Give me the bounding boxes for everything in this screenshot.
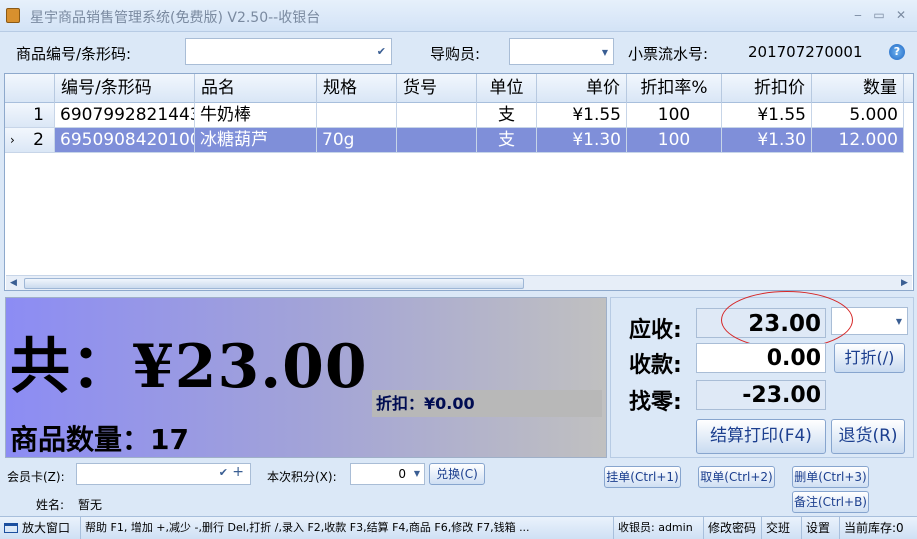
delete-order-button[interactable]: 删单(Ctrl+3): [792, 466, 869, 488]
exchange-button[interactable]: 兑换(C): [429, 463, 485, 485]
member-card-label: 会员卡(Z):: [7, 470, 65, 484]
cell-code[interactable]: 6950908420100: [55, 128, 195, 153]
barcode-label: 商品编号/条形码:: [16, 45, 132, 63]
add-icon[interactable]: +: [232, 464, 244, 480]
scroll-left-icon[interactable]: ◀: [6, 276, 21, 291]
return-button[interactable]: 退货(R): [831, 419, 905, 454]
cell-price[interactable]: ¥1.55: [537, 103, 627, 128]
discount-amount: 折扣：¥0.00: [372, 390, 602, 417]
cell-item-no[interactable]: [397, 103, 477, 128]
points-label: 本次积分(X):: [267, 470, 337, 484]
hold-order-button[interactable]: 挂单(Ctrl+1): [604, 466, 681, 488]
header-corner: [5, 74, 55, 103]
cell-qty[interactable]: 5.000: [812, 103, 904, 128]
dropdown-arrow-icon[interactable]: ▼: [602, 48, 608, 57]
row-number: › 2: [5, 128, 55, 153]
guide-select[interactable]: ▼: [509, 38, 614, 65]
app-icon: [6, 8, 20, 23]
note-button[interactable]: 备注(Ctrl+B): [792, 491, 869, 513]
help-hint: 帮助 F1, 增加 +,减少 -,删行 Del,打折 /,录入 F2,收款 F3…: [81, 517, 614, 539]
member-area: 会员卡(Z): ✔ + 本次积分(X): 0 ▼ 兑换(C) 姓名: 暂无 挂单…: [0, 460, 917, 516]
fetch-order-button[interactable]: 取单(Ctrl+2): [698, 466, 775, 488]
change-amount: -23.00: [696, 380, 826, 410]
dropdown-arrow-icon[interactable]: ▼: [414, 469, 420, 478]
paid-input[interactable]: 0.00: [696, 343, 826, 373]
cell-rate[interactable]: 100: [627, 103, 722, 128]
scroll-right-icon[interactable]: ▶: [897, 276, 912, 291]
dropdown-arrow-icon[interactable]: ▼: [896, 317, 902, 326]
table-row-selected[interactable]: › 2 6950908420100 冰糖葫芦 70g 支 ¥1.30 100 ¥1…: [5, 128, 913, 153]
title-bar: 星宇商品销售管理系统(免费版) V2.50--收银台 ‒ ▭ ✕: [0, 0, 917, 32]
points-input[interactable]: 0 ▼: [350, 463, 425, 485]
row-number: 1: [5, 103, 55, 128]
window-title: 星宇商品销售管理系统(免费版) V2.50--收银台: [30, 10, 321, 26]
cell-name[interactable]: 牛奶棒: [195, 103, 317, 128]
col-header-item-no[interactable]: 货号: [397, 74, 477, 103]
member-card-input[interactable]: ✔ +: [76, 463, 251, 485]
cell-spec[interactable]: 70g: [317, 128, 397, 153]
cell-price[interactable]: ¥1.30: [537, 128, 627, 153]
change-label: 找零:: [629, 390, 682, 415]
col-header-price[interactable]: 单价: [537, 74, 627, 103]
change-password-link[interactable]: 修改密码: [704, 517, 762, 539]
receipt-label: 小票流水号:: [628, 45, 709, 63]
discount-button[interactable]: 打折(/): [834, 343, 905, 373]
horizontal-scrollbar[interactable]: ◀ ▶: [6, 275, 912, 290]
col-header-spec[interactable]: 规格: [317, 74, 397, 103]
status-bar: 放大窗口 帮助 F1, 增加 +,减少 -,删行 Del,打折 /,录入 F2,…: [0, 516, 917, 539]
annotation-ellipse: [721, 291, 853, 349]
stock-info: 当前库存:0: [844, 521, 904, 535]
chevron-down-icon[interactable]: ✔: [377, 45, 386, 58]
maximize-button[interactable]: ▭: [868, 6, 890, 24]
table-row[interactable]: 1 6907992821443 牛奶棒 支 ¥1.55 100 ¥1.55 5.…: [5, 103, 913, 128]
points-value: 0: [398, 467, 406, 481]
col-header-code[interactable]: 编号/条形码: [55, 74, 195, 103]
receipt-number: 201707270001: [748, 43, 863, 61]
col-header-disc-price[interactable]: 折扣价: [722, 74, 812, 103]
cart-table: 编号/条形码 品名 规格 货号 单位 单价 折扣率% 折扣价 数量 1 6907…: [4, 73, 914, 291]
paid-label: 收款:: [629, 353, 682, 378]
cell-spec[interactable]: [317, 103, 397, 128]
input-row: 商品编号/条形码: ✔ 导购员: ▼ 小票流水号: 201707270001: [0, 33, 917, 71]
cell-disc-price[interactable]: ¥1.30: [722, 128, 812, 153]
row-pointer-icon: ›: [10, 133, 15, 147]
cell-unit[interactable]: 支: [477, 128, 537, 153]
col-header-unit[interactable]: 单位: [477, 74, 537, 103]
item-quantity: 商品数量：17: [10, 423, 189, 456]
cell-item-no[interactable]: [397, 128, 477, 153]
cell-disc-price[interactable]: ¥1.55: [722, 103, 812, 128]
guide-label: 导购员:: [430, 45, 481, 63]
cell-qty[interactable]: 12.000: [812, 128, 904, 153]
col-header-rate[interactable]: 折扣率%: [627, 74, 722, 103]
col-header-name[interactable]: 品名: [195, 74, 317, 103]
cell-unit[interactable]: 支: [477, 103, 537, 128]
total-display: 共：¥23.00 折扣：¥0.00 商品数量：17: [5, 297, 607, 458]
cell-code[interactable]: 6907992821443: [55, 103, 195, 128]
minimize-button[interactable]: ‒: [847, 6, 869, 24]
col-header-qty[interactable]: 数量: [812, 74, 904, 103]
settle-print-button[interactable]: 结算打印(F4): [696, 419, 826, 454]
scroll-thumb[interactable]: [24, 278, 524, 289]
due-label: 应收:: [629, 318, 682, 343]
settings-link[interactable]: 设置: [802, 517, 840, 539]
shift-change-link[interactable]: 交班: [762, 517, 802, 539]
close-button[interactable]: ✕: [890, 6, 912, 24]
name-value: 暂无: [78, 498, 103, 512]
total-amount: 共：¥23.00: [10, 332, 368, 402]
enlarge-window-button[interactable]: 放大窗口: [0, 517, 81, 539]
table-header: 编号/条形码 品名 规格 货号 单位 单价 折扣率% 折扣价 数量: [5, 74, 913, 103]
check-icon[interactable]: ✔: [219, 466, 228, 479]
cashier-info: 收银员: admin: [614, 517, 704, 539]
name-label: 姓名:: [36, 498, 65, 512]
window-icon: [4, 523, 18, 533]
cell-rate[interactable]: 100: [627, 128, 722, 153]
payment-panel: 应收: 23.00 ▼ 收款: 0.00 打折(/) 找零: -23.00 结算…: [610, 291, 914, 458]
cell-name[interactable]: 冰糖葫芦: [195, 128, 317, 153]
help-icon[interactable]: ?: [889, 44, 905, 60]
barcode-input[interactable]: ✔: [185, 38, 392, 65]
